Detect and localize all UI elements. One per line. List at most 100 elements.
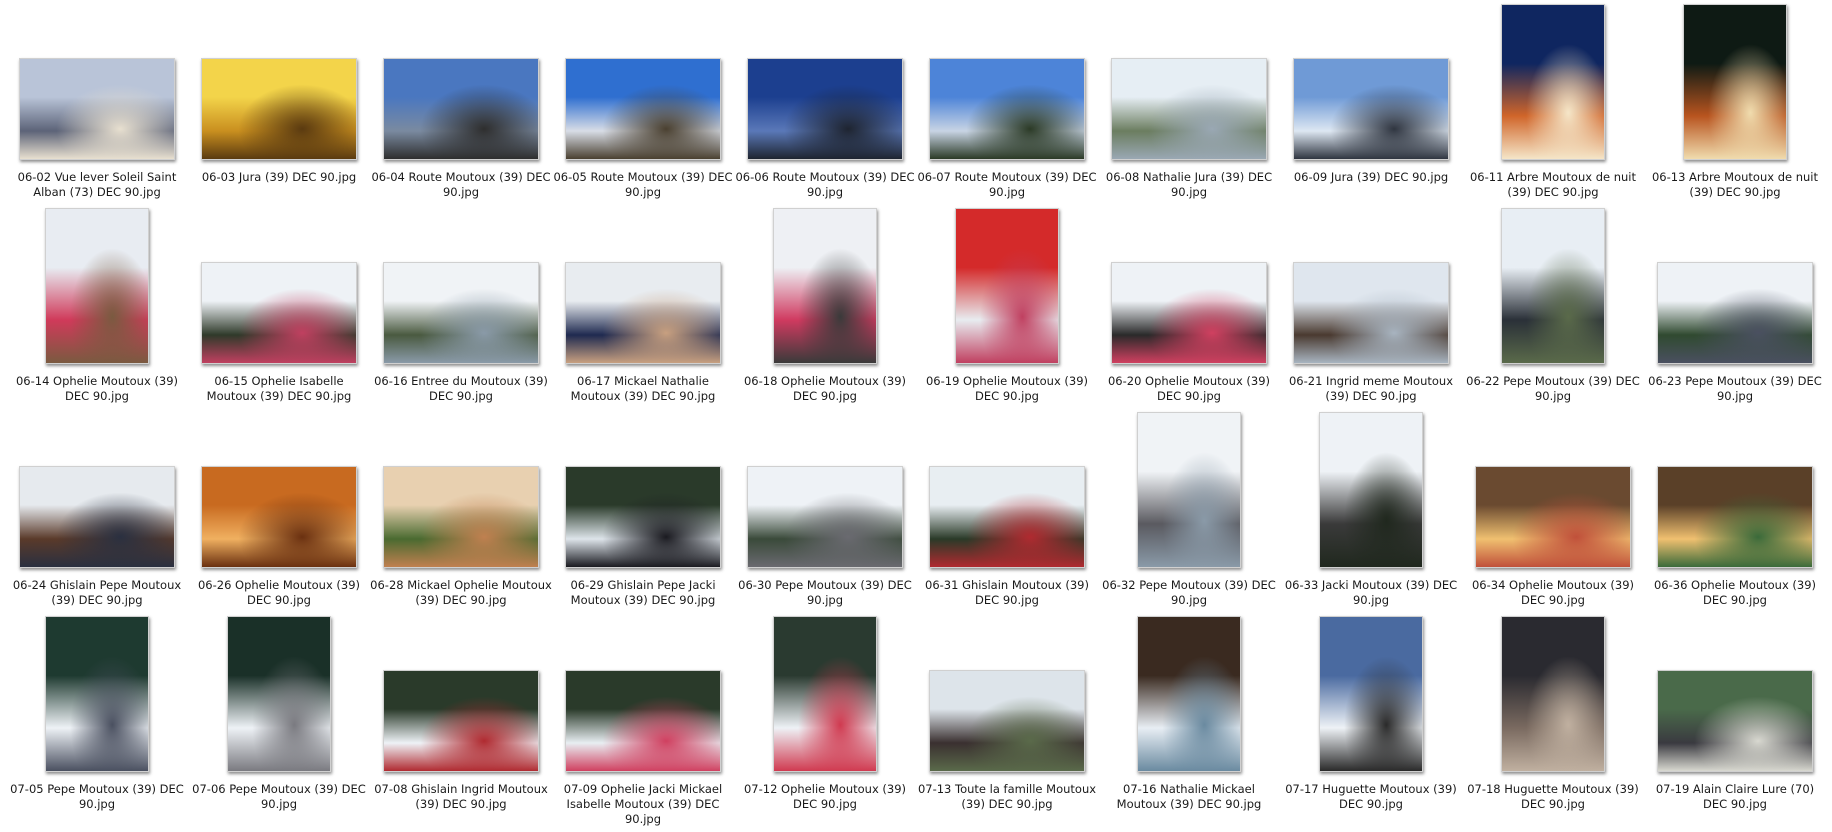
image-thumbnail[interactable] [565,466,721,568]
file-name-label: 06-08 Nathalie Jura (39) DEC 90.jpg [1105,170,1273,199]
file-item[interactable]: 07-18 Huguette Moutoux (39) DEC 90.jpg [1462,616,1644,816]
file-item[interactable]: 06-34 Ophelie Moutoux (39) DEC 90.jpg [1462,412,1644,612]
image-thumbnail[interactable] [383,466,539,568]
image-thumbnail[interactable] [1657,670,1813,772]
file-item[interactable]: 07-05 Pepe Moutoux (39) DEC 90.jpg [6,616,188,816]
file-item[interactable]: 06-09 Jura (39) DEC 90.jpg [1280,4,1462,204]
file-name-label: 06-24 Ghislain Pepe Moutoux (39) DEC 90.… [12,578,182,607]
file-item[interactable]: 07-19 Alain Claire Lure (70) DEC 90.jpg [1644,616,1826,816]
file-item[interactable]: 07-08 Ghislain Ingrid Moutoux (39) DEC 9… [370,616,552,816]
file-item[interactable]: 06-26 Ophelie Moutoux (39) DEC 90.jpg [188,412,370,612]
file-item[interactable]: 07-06 Pepe Moutoux (39) DEC 90.jpg [188,616,370,816]
file-item[interactable]: 07-12 Ophelie Moutoux (39) DEC 90.jpg [734,616,916,816]
file-name-label: 07-06 Pepe Moutoux (39) DEC 90.jpg [192,782,366,811]
image-thumbnail[interactable] [1137,412,1241,568]
image-thumbnail[interactable] [1319,412,1423,568]
image-thumbnail[interactable] [1501,208,1605,364]
file-item[interactable]: 06-32 Pepe Moutoux (39) DEC 90.jpg [1098,412,1280,612]
file-item[interactable]: 06-15 Ophelie Isabelle Moutoux (39) DEC … [188,208,370,408]
file-name-label: 07-09 Ophelie Jacki Mickael Isabelle Mou… [563,782,723,826]
file-name-label: 06-31 Ghislain Moutoux (39) DEC 90.jpg [925,578,1089,607]
file-item[interactable]: 06-22 Pepe Moutoux (39) DEC 90.jpg [1462,208,1644,408]
file-item[interactable]: 07-17 Huguette Moutoux (39) DEC 90.jpg [1280,616,1462,816]
file-item[interactable]: 06-11 Arbre Moutoux de nuit (39) DEC 90.… [1462,4,1644,204]
image-thumbnail[interactable] [201,58,357,160]
image-thumbnail[interactable] [45,616,149,772]
image-thumbnail[interactable] [1501,4,1605,160]
image-thumbnail[interactable] [773,616,877,772]
image-thumbnail[interactable] [1293,262,1449,364]
image-thumbnail[interactable] [955,208,1059,364]
file-item[interactable]: 06-23 Pepe Moutoux (39) DEC 90.jpg [1644,208,1826,408]
file-name-label: 06-28 Mickael Ophelie Moutoux (39) DEC 9… [370,578,552,607]
file-name-label: 07-16 Nathalie Mickael Moutoux (39) DEC … [1116,782,1262,811]
file-item[interactable]: 06-19 Ophelie Moutoux (39) DEC 90.jpg [916,208,1098,408]
image-thumbnail[interactable] [201,262,357,364]
file-item[interactable]: 06-17 Mickael Nathalie Moutoux (39) DEC … [552,208,734,408]
image-thumbnail[interactable] [383,670,539,772]
image-thumbnail[interactable] [565,262,721,364]
image-thumbnail[interactable] [19,466,175,568]
file-item[interactable]: 06-18 Ophelie Moutoux (39) DEC 90.jpg [734,208,916,408]
file-item[interactable]: 06-13 Arbre Moutoux de nuit (39) DEC 90.… [1644,4,1826,204]
file-name-label: 07-18 Huguette Moutoux (39) DEC 90.jpg [1467,782,1639,811]
file-name-label: 06-13 Arbre Moutoux de nuit (39) DEC 90.… [1651,170,1819,199]
file-item[interactable]: 06-33 Jacki Moutoux (39) DEC 90.jpg [1280,412,1462,612]
image-thumbnail[interactable] [1501,616,1605,772]
file-item[interactable]: 06-14 Ophelie Moutoux (39) DEC 90.jpg [6,208,188,408]
image-thumbnail[interactable] [1657,466,1813,568]
file-item[interactable]: 06-21 Ingrid meme Moutoux (39) DEC 90.jp… [1280,208,1462,408]
file-item[interactable]: 06-29 Ghislain Pepe Jacki Moutoux (39) D… [552,412,734,612]
file-item[interactable]: 06-04 Route Moutoux (39) DEC 90.jpg [370,4,552,204]
image-thumbnail[interactable] [1683,4,1787,160]
file-item[interactable]: 06-30 Pepe Moutoux (39) DEC 90.jpg [734,412,916,612]
file-item[interactable]: 06-24 Ghislain Pepe Moutoux (39) DEC 90.… [6,412,188,612]
file-name-label: 06-09 Jura (39) DEC 90.jpg [1293,170,1449,184]
image-thumbnail[interactable] [227,616,331,772]
image-thumbnail[interactable] [1657,262,1813,364]
file-item[interactable]: 07-09 Ophelie Jacki Mickael Isabelle Mou… [552,616,734,826]
file-item[interactable]: 07-13 Toute la famille Moutoux (39) DEC … [916,616,1098,816]
image-thumbnail[interactable] [45,208,149,364]
image-thumbnail[interactable] [19,58,175,160]
file-name-label: 06-29 Ghislain Pepe Jacki Moutoux (39) D… [570,578,716,607]
image-thumbnail[interactable] [747,58,903,160]
file-item[interactable]: 06-03 Jura (39) DEC 90.jpg [188,4,370,204]
image-thumbnail[interactable] [1293,58,1449,160]
file-item[interactable]: 06-16 Entree du Moutoux (39) DEC 90.jpg [370,208,552,408]
file-item[interactable]: 06-20 Ophelie Moutoux (39) DEC 90.jpg [1098,208,1280,408]
file-name-label: 06-03 Jura (39) DEC 90.jpg [201,170,357,184]
file-item[interactable]: 06-02 Vue lever Soleil Saint Alban (73) … [6,4,188,204]
file-item[interactable]: 06-08 Nathalie Jura (39) DEC 90.jpg [1098,4,1280,204]
image-thumbnail[interactable] [201,466,357,568]
file-name-label: 07-08 Ghislain Ingrid Moutoux (39) DEC 9… [374,782,548,811]
file-name-label: 06-23 Pepe Moutoux (39) DEC 90.jpg [1648,374,1822,403]
image-thumbnail[interactable] [929,466,1085,568]
file-name-label: 06-21 Ingrid meme Moutoux (39) DEC 90.jp… [1288,374,1454,403]
file-item[interactable]: 06-36 Ophelie Moutoux (39) DEC 90.jpg [1644,412,1826,612]
image-thumbnail[interactable] [1319,616,1423,772]
image-thumbnail[interactable] [1137,616,1241,772]
file-name-label: 06-15 Ophelie Isabelle Moutoux (39) DEC … [206,374,352,403]
file-item[interactable]: 06-31 Ghislain Moutoux (39) DEC 90.jpg [916,412,1098,612]
image-thumbnail[interactable] [383,262,539,364]
file-name-label: 06-14 Ophelie Moutoux (39) DEC 90.jpg [15,374,179,403]
file-item[interactable]: 06-07 Route Moutoux (39) DEC 90.jpg [916,4,1098,204]
file-name-label: 06-02 Vue lever Soleil Saint Alban (73) … [17,170,177,199]
file-item[interactable]: 07-16 Nathalie Mickael Moutoux (39) DEC … [1098,616,1280,816]
image-thumbnail[interactable] [1475,466,1631,568]
file-item[interactable]: 06-06 Route Moutoux (39) DEC 90.jpg [734,4,916,204]
image-thumbnail[interactable] [747,466,903,568]
image-thumbnail[interactable] [773,208,877,364]
image-thumbnail[interactable] [1111,58,1267,160]
file-name-label: 06-16 Entree du Moutoux (39) DEC 90.jpg [374,374,548,403]
image-thumbnail[interactable] [383,58,539,160]
file-item[interactable]: 06-05 Route Moutoux (39) DEC 90.jpg [552,4,734,204]
image-thumbnail[interactable] [929,58,1085,160]
file-item[interactable]: 06-28 Mickael Ophelie Moutoux (39) DEC 9… [370,412,552,612]
image-thumbnail[interactable] [1111,262,1267,364]
image-thumbnail[interactable] [565,58,721,160]
image-thumbnail[interactable] [565,670,721,772]
file-name-label: 07-12 Ophelie Moutoux (39) DEC 90.jpg [743,782,907,811]
image-thumbnail[interactable] [929,670,1085,772]
